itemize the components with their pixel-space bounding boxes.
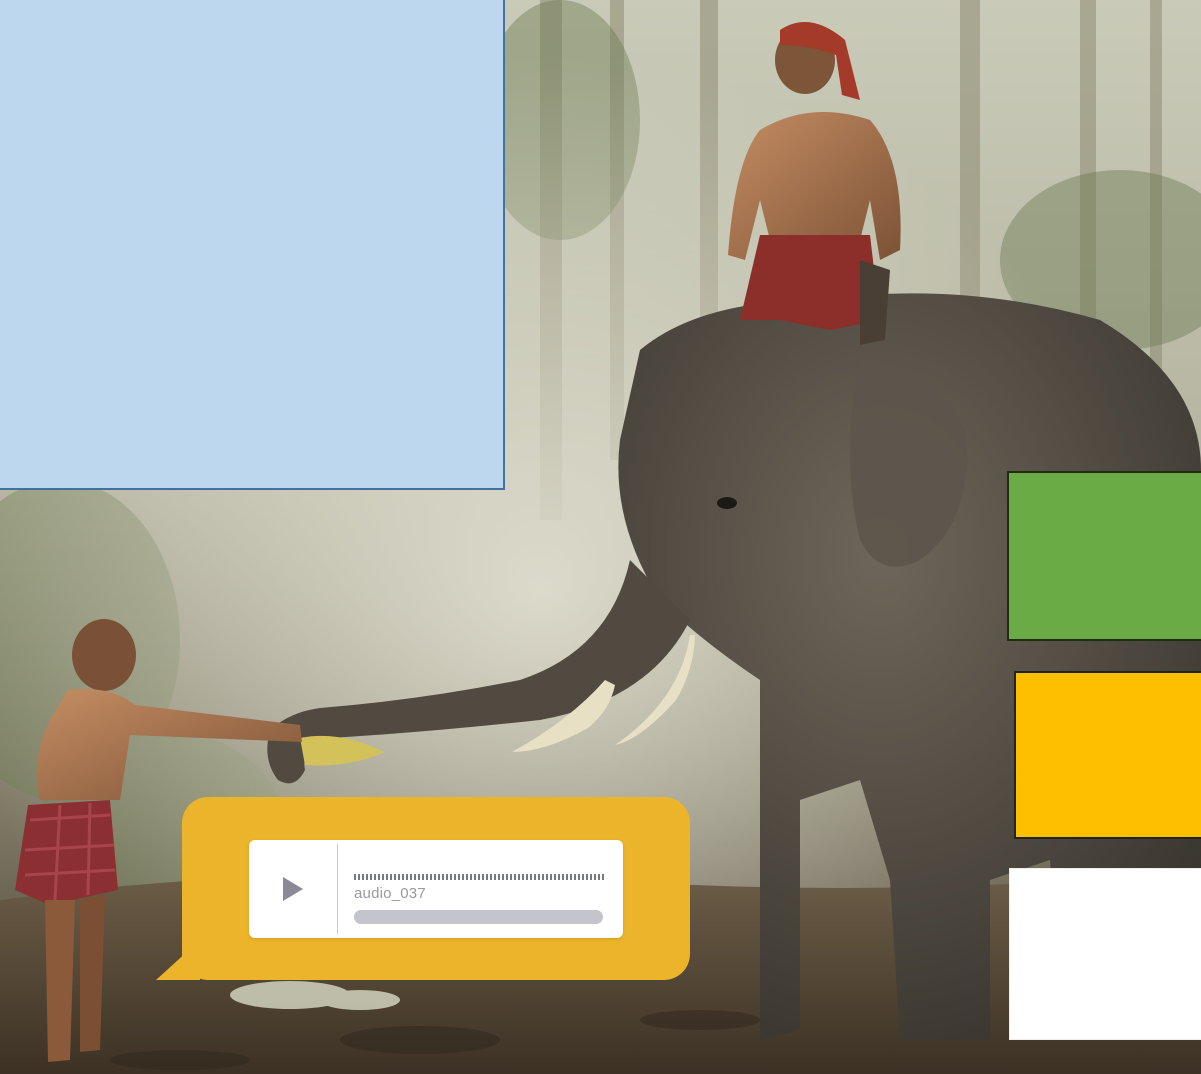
scene: audio_037: [0, 0, 1201, 1074]
white-square: [1009, 868, 1201, 1040]
audio-divider: [337, 844, 338, 934]
play-button[interactable]: [249, 840, 337, 938]
audio-label: audio_037: [354, 885, 426, 902]
play-icon: [282, 876, 304, 902]
audio-player: audio_037: [249, 840, 623, 938]
audio-progress-bar[interactable]: [354, 910, 603, 924]
yellow-square: [1014, 671, 1201, 839]
green-square: [1007, 471, 1201, 641]
audio-waveform: [354, 874, 604, 880]
blue-panel: [0, 0, 505, 490]
